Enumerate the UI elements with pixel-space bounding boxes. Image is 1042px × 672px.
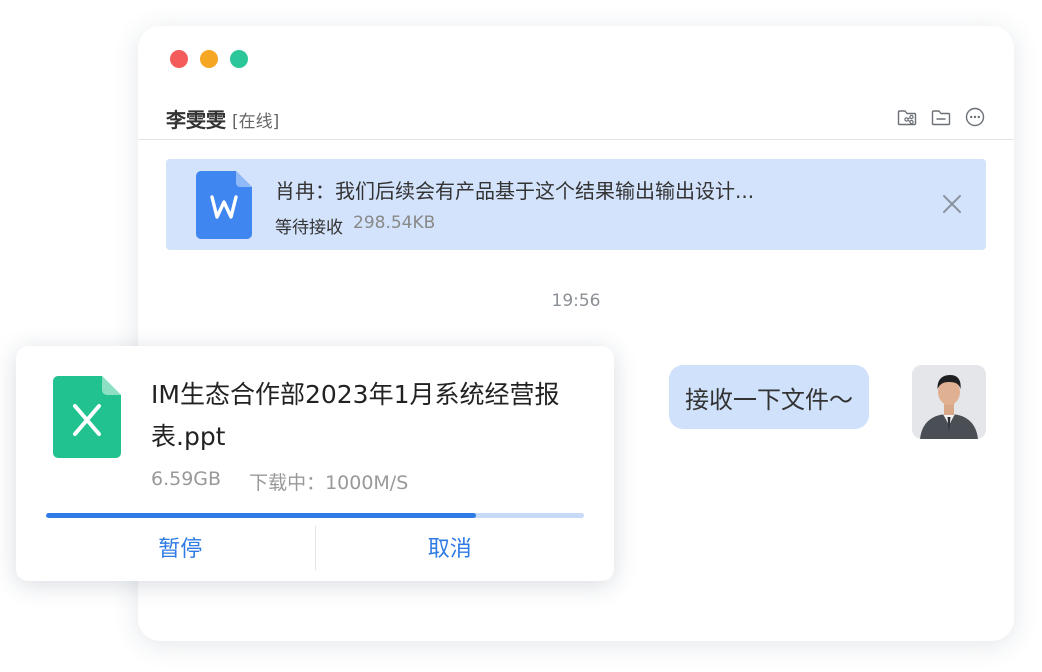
banner-message: 肖冉：我们后续会有产品基于这个结果输出输出设计... bbox=[275, 179, 755, 203]
chat-header: 李雯雯 [在线] bbox=[138, 98, 1014, 140]
more-icon[interactable] bbox=[964, 106, 986, 128]
contact-status: [在线] bbox=[232, 112, 280, 132]
header-actions bbox=[896, 106, 986, 128]
close-icon[interactable] bbox=[940, 192, 964, 216]
excel-file-icon bbox=[53, 376, 121, 458]
message-timestamp: 19:56 bbox=[551, 291, 601, 311]
transfer-file-name: IM生态合作部2023年1月系统经营报表.ppt bbox=[151, 380, 560, 451]
download-progress-fill bbox=[46, 513, 477, 518]
cancel-button[interactable]: 取消 bbox=[316, 524, 585, 570]
window-close-button[interactable] bbox=[170, 50, 188, 68]
window-minimize-button[interactable] bbox=[200, 50, 218, 68]
transfer-actions: 暂停 取消 bbox=[46, 524, 584, 570]
incoming-file-banner[interactable]: 肖冉：我们后续会有产品基于这个结果输出输出设计... 等待接收 298.54KB bbox=[166, 159, 986, 250]
transfer-status: 下载中：1000M/S bbox=[249, 472, 409, 494]
contact-name: 李雯雯 bbox=[166, 108, 226, 132]
transfer-meta: 6.59GB 下载中：1000M/S bbox=[151, 468, 408, 495]
transfer-file-size: 6.59GB bbox=[151, 468, 222, 490]
download-progress-bar bbox=[46, 513, 584, 518]
message-bubble: 接收一下文件～ bbox=[669, 365, 869, 429]
contact-info: 李雯雯 [在线] bbox=[166, 104, 279, 133]
banner-status: 等待接收 bbox=[275, 218, 343, 238]
banner-file-size: 298.54KB bbox=[353, 213, 436, 233]
banner-meta: 等待接收 298.54KB bbox=[275, 213, 435, 238]
word-file-icon bbox=[196, 171, 252, 239]
window-maximize-button[interactable] bbox=[230, 50, 248, 68]
window-controls bbox=[170, 50, 248, 68]
avatar[interactable] bbox=[912, 365, 986, 439]
folder-icon[interactable] bbox=[930, 106, 952, 128]
pause-button[interactable]: 暂停 bbox=[46, 524, 315, 570]
message-text: 接收一下文件～ bbox=[685, 385, 853, 414]
avatar-image bbox=[912, 365, 986, 439]
file-transfer-card: IM生态合作部2023年1月系统经营报表.ppt 6.59GB 下载中：1000… bbox=[16, 346, 614, 581]
folder-share-icon[interactable] bbox=[896, 106, 918, 128]
